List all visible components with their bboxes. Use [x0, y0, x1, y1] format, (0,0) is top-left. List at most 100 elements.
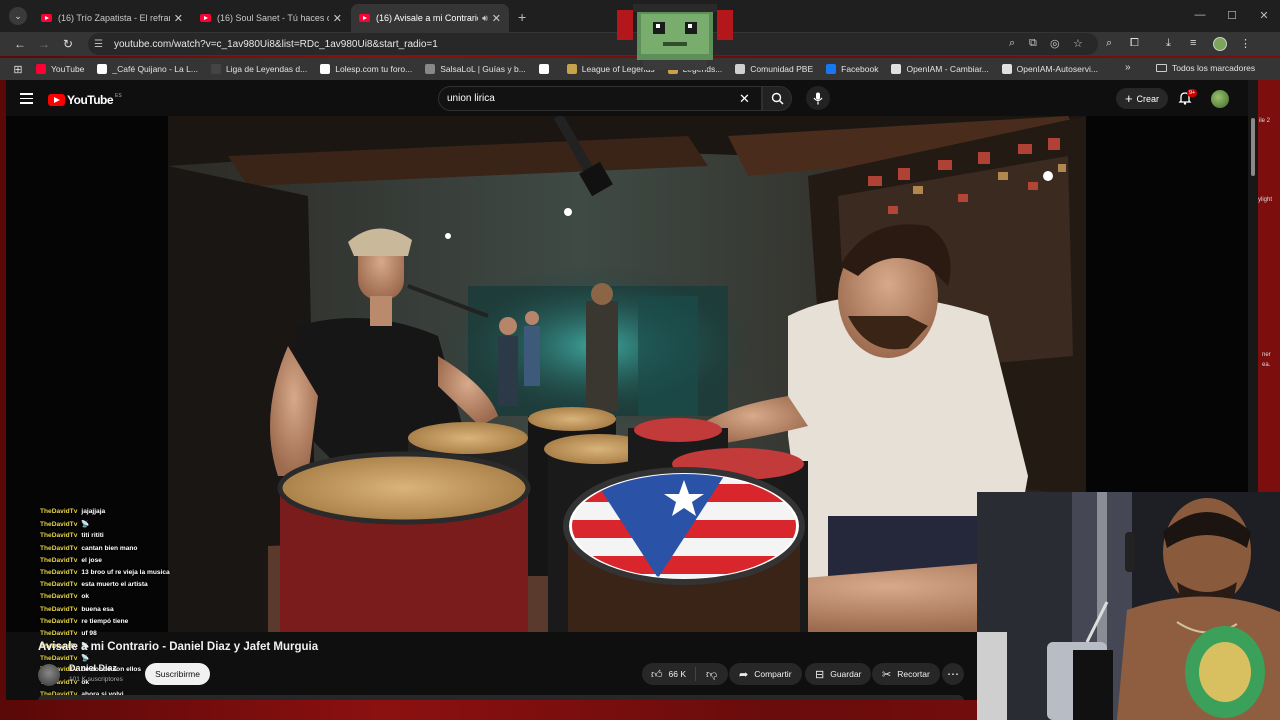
account-avatar[interactable]	[1211, 90, 1229, 108]
eye-off-icon[interactable]: ◎	[1050, 37, 1060, 50]
bookmark-item[interactable]: Liga de Leyendas d...	[210, 64, 307, 74]
reload-icon[interactable]: ↻	[56, 37, 80, 51]
all-bookmarks-button[interactable]: Todos los marcadores	[1156, 63, 1255, 73]
hamburger-menu-icon[interactable]	[20, 93, 33, 107]
bookmark-favicon-icon	[320, 64, 331, 74]
media-control-icon[interactable]: ≡	[1190, 37, 1196, 49]
search-query[interactable]: union lirica	[447, 93, 495, 104]
chat-message: TheDavidTv cantan bien mano	[40, 545, 240, 557]
apps-grid-icon[interactable]: ⊞	[0, 63, 36, 76]
bookmark-item[interactable]: Facebook	[826, 64, 878, 74]
video-title: Avisale a mi Contrario - Daniel Diaz y J…	[38, 641, 319, 653]
chat-text: esta muerto el artista	[81, 581, 148, 589]
bookmark-item[interactable]: Comunidad PBE	[735, 64, 813, 74]
chat-text: ok	[81, 593, 90, 601]
omnibox[interactable]: ☰ youtube.com/watch?v=c_1av980Ui8&list=R…	[88, 33, 1098, 55]
dislike-button[interactable]: 👎︎	[696, 668, 727, 681]
channel-name[interactable]: Daniel Diaz	[69, 663, 117, 673]
chat-message: TheDavidTv buena esa	[40, 606, 240, 618]
browser-tab-2[interactable]: (16) Soul Sanet - Tú haces que ✕	[192, 4, 350, 32]
zoom-icon[interactable]: ⌕	[1009, 37, 1015, 50]
bookmark-item[interactable]: OpenIAM-Autoservi...	[1001, 64, 1098, 74]
bookmark-star-icon[interactable]: ☆	[1073, 37, 1083, 50]
share-label: Compartir	[754, 669, 792, 679]
save-playlist-icon: ⊟	[815, 668, 825, 681]
bookmark-item[interactable]: YouTube	[36, 64, 84, 74]
side-fragment: ile 2	[1259, 118, 1271, 124]
chat-text: 📡	[81, 521, 90, 529]
bookmark-item[interactable]: Lolesp.com tu foro...	[320, 64, 412, 74]
extension-puzzle-faded-icon[interactable]: ⌕	[1106, 37, 1112, 50]
description-box[interactable]	[38, 695, 964, 700]
channel-avatar[interactable]	[38, 664, 60, 686]
cast-icon[interactable]: ⧉	[1029, 37, 1037, 50]
tab-close-icon[interactable]: ✕	[174, 12, 183, 25]
youtube-favicon-icon	[359, 14, 370, 22]
bookmark-label: OpenIAM - Cambiar...	[906, 64, 989, 74]
tab-close-icon[interactable]: ✕	[333, 12, 342, 25]
tab-close-icon[interactable]: ✕	[492, 12, 501, 25]
like-button[interactable]: 👍︎ 66 K	[642, 667, 696, 681]
chat-message: TheDavidTv re tiempó tiene	[40, 618, 240, 630]
share-button[interactable]: ➦ Compartir	[729, 663, 802, 685]
bookmark-item[interactable]: _Café Quijano - La L...	[97, 64, 198, 74]
tab-title: (16) Soul Sanet - Tú haces que	[217, 13, 329, 23]
streamer-webcam-overlay	[977, 492, 1280, 720]
create-button[interactable]: + Crear	[1116, 88, 1168, 109]
bookmark-favicon-icon	[826, 64, 837, 74]
tab-search-icon[interactable]: ⌄	[9, 7, 27, 25]
new-tab-icon[interactable]: +	[518, 9, 526, 25]
url-text[interactable]: youtube.com/watch?v=c_1av980Ui8&list=RDc…	[114, 39, 438, 50]
tab-title: (16) Trío Zapatista - El refranero	[58, 13, 170, 23]
chat-text: uf 98	[81, 629, 97, 637]
video-player[interactable]	[168, 116, 1086, 632]
save-label: Guardar	[830, 669, 862, 679]
youtube-play-icon	[48, 94, 65, 106]
save-button[interactable]: ⊟ Guardar	[805, 663, 872, 685]
youtube-logo[interactable]: YouTube ES	[48, 93, 122, 107]
bookmark-item[interactable]: OpenIAM - Cambiar...	[891, 64, 989, 74]
window-controls: — ☐ ✕	[1184, 0, 1280, 30]
chat-username: TheDavidTv	[40, 605, 78, 613]
like-dislike-group: 👍︎ 66 K 👎︎	[642, 663, 728, 685]
more-actions-button[interactable]: ⋯	[942, 663, 964, 685]
forward-icon[interactable]: →	[32, 37, 56, 51]
page-scrollbar-thumb[interactable]	[1251, 118, 1255, 176]
chat-username: TheDavidTv	[40, 544, 78, 552]
chat-message: TheDavidTv esta muerto el artista	[40, 581, 240, 593]
browser-tab-3[interactable]: (16) Avisale a mi Contrario 🔊︎ ✕	[351, 4, 509, 32]
bookmarks-overflow-icon[interactable]: »	[1125, 62, 1131, 73]
folder-icon	[1156, 64, 1167, 72]
search-button[interactable]	[762, 86, 792, 111]
clip-button[interactable]: ✂ Recortar	[872, 663, 940, 685]
video-frame-image	[168, 116, 1086, 632]
subscribe-button[interactable]: Suscribirme	[145, 663, 210, 685]
close-window-icon[interactable]: ✕	[1248, 0, 1280, 30]
bookmark-item[interactable]: SalsaLoL | Guías y b...	[425, 64, 526, 74]
chat-username: TheDavidTv	[40, 581, 78, 589]
chat-username: TheDavidTv	[40, 617, 78, 625]
chat-message: TheDavidTv 📡	[40, 520, 240, 532]
bookmark-label: OpenIAM-Autoservi...	[1016, 64, 1098, 74]
extensions-icon[interactable]: ⧠	[1130, 37, 1139, 50]
clear-search-icon[interactable]: ✕	[739, 91, 750, 107]
back-icon[interactable]: ←	[8, 37, 32, 51]
bookmark-label: Facebook	[841, 64, 879, 74]
search-input[interactable]: union lirica	[438, 86, 762, 111]
chat-username: TheDavidTv	[40, 593, 78, 601]
download-icon[interactable]: ⤓	[1166, 37, 1171, 50]
bookmark-favicon-icon	[566, 64, 577, 74]
chat-text: 📡	[81, 655, 90, 663]
chat-text: titi rititi	[81, 532, 104, 540]
bookmark-favicon-icon	[425, 64, 436, 74]
browser-tab-1[interactable]: (16) Trío Zapatista - El refranero ✕	[33, 4, 191, 32]
speaker-icon[interactable]: 🔊︎	[482, 13, 488, 24]
maximize-icon[interactable]: ☐	[1216, 0, 1248, 30]
bookmark-item[interactable]	[538, 64, 554, 74]
voice-search-button[interactable]	[806, 86, 830, 110]
minimize-icon[interactable]: —	[1184, 0, 1216, 30]
browser-menu-icon[interactable]: ⋮	[1240, 37, 1251, 50]
site-info-icon[interactable]: ☰	[94, 39, 108, 50]
profile-avatar[interactable]	[1213, 37, 1227, 51]
bookmark-favicon-icon	[36, 64, 46, 74]
